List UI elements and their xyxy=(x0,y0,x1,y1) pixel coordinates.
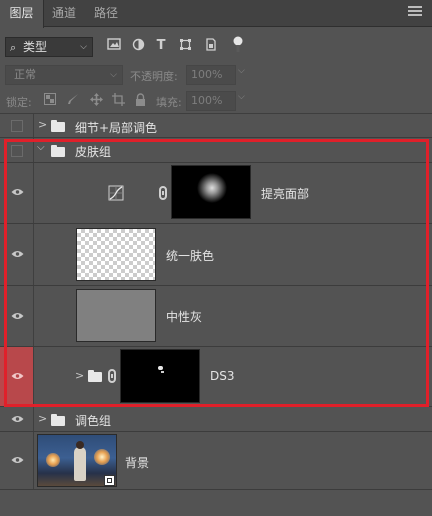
search-icon: ⌕ xyxy=(10,41,17,54)
visibility-toggle[interactable] xyxy=(0,163,34,223)
hidden-visibility-box xyxy=(11,120,23,132)
filter-kind-select[interactable]: ⌕ 类型 ⌵ xyxy=(5,37,93,57)
chevron-down-icon[interactable]: ⌵ xyxy=(238,66,245,76)
chevron-down-icon[interactable]: ⌵ xyxy=(238,92,245,102)
layer-row[interactable]: ⌵ 皮肤组 xyxy=(0,138,432,163)
mask-highlight xyxy=(158,366,163,370)
chevron-down-icon: ⌵ xyxy=(80,42,87,52)
filter-pixel-icon[interactable] xyxy=(106,38,122,54)
filter-toggle-icon[interactable] xyxy=(230,35,246,52)
hidden-visibility-box xyxy=(11,145,23,157)
chevron-down-icon[interactable]: ⌵ xyxy=(37,142,45,153)
filter-smart-object-icon[interactable] xyxy=(202,38,218,54)
layer-row[interactable]: > 细节+局部调色 xyxy=(0,114,432,138)
lock-transparent-pixels-icon[interactable] xyxy=(43,93,57,107)
chevron-right-icon[interactable]: > xyxy=(38,412,47,425)
panel-tab-bar: 图层 通道 路径 xyxy=(0,0,432,28)
mask-highlight xyxy=(161,371,164,373)
layer-name[interactable]: 调色组 xyxy=(75,412,111,429)
visibility-toggle[interactable] xyxy=(0,286,34,346)
layer-row[interactable]: > DS3 xyxy=(0,347,432,407)
layer-thumbnail[interactable] xyxy=(76,228,156,281)
opacity-label: 不透明度: xyxy=(130,70,178,83)
thumbnail-light xyxy=(46,453,60,467)
layer-mask-thumbnail[interactable] xyxy=(171,165,251,219)
layer-row[interactable]: 背景 xyxy=(0,432,432,490)
eye-icon xyxy=(11,416,24,422)
folder-icon xyxy=(51,145,65,157)
lock-image-pixels-icon[interactable] xyxy=(66,93,80,107)
folder-icon xyxy=(88,370,102,382)
thumbnail-figure xyxy=(74,447,86,481)
thumbnail-figure-head xyxy=(76,441,84,449)
eye-icon xyxy=(11,373,24,379)
fill-field[interactable]: 100% xyxy=(186,91,236,111)
layer-row[interactable]: 统一肤色 xyxy=(0,224,432,286)
tab-paths[interactable]: 路径 xyxy=(84,0,128,27)
link-icon[interactable] xyxy=(159,186,167,200)
filter-shape-icon[interactable] xyxy=(177,38,193,54)
tab-channels[interactable]: 通道 xyxy=(44,0,84,27)
visibility-toggle[interactable] xyxy=(0,347,34,406)
layer-name[interactable]: 统一肤色 xyxy=(166,247,214,264)
filter-adjustment-icon[interactable] xyxy=(130,38,146,54)
layer-row[interactable]: 中性灰 xyxy=(0,286,432,347)
lock-all-icon[interactable] xyxy=(133,93,147,107)
lock-artboard-icon[interactable] xyxy=(111,93,125,107)
folder-icon xyxy=(51,120,65,132)
layer-row[interactable]: > 调色组 xyxy=(0,407,432,432)
panel-menu-icon[interactable] xyxy=(408,6,422,18)
filter-kind-label: 类型 xyxy=(23,40,48,54)
layer-name[interactable]: 中性灰 xyxy=(166,308,202,325)
opacity-field[interactable]: 100% xyxy=(186,65,236,85)
layer-name[interactable]: 细节+局部调色 xyxy=(75,119,157,136)
fill-label: 填充: xyxy=(156,96,182,109)
visibility-toggle[interactable] xyxy=(0,432,34,489)
layer-name[interactable]: DS3 xyxy=(210,369,235,383)
filter-type-icon[interactable]: T xyxy=(153,38,169,54)
curves-adjustment-icon[interactable] xyxy=(108,185,124,201)
lock-label: 锁定: xyxy=(6,96,32,109)
visibility-toggle[interactable] xyxy=(0,407,34,431)
layers-list: > 细节+局部调色 ⌵ 皮肤组 提亮面部 统一肤色 中性灰 > DS3 > 调色… xyxy=(0,114,432,516)
visibility-toggle[interactable] xyxy=(0,138,34,162)
layer-thumbnail[interactable] xyxy=(76,289,156,342)
layer-name[interactable]: 提亮面部 xyxy=(261,185,309,202)
chevron-right-icon[interactable]: > xyxy=(38,118,47,131)
lock-position-icon[interactable] xyxy=(89,93,103,107)
folder-icon xyxy=(51,414,65,426)
blend-mode-value: 正常 xyxy=(14,68,36,81)
eye-icon xyxy=(11,251,24,257)
thumbnail-light xyxy=(94,449,110,465)
eye-icon xyxy=(11,457,24,463)
smart-object-badge-icon xyxy=(104,475,115,486)
layer-mask-thumbnail[interactable] xyxy=(120,349,200,403)
eye-icon xyxy=(11,189,24,195)
link-icon[interactable] xyxy=(108,369,116,383)
blend-mode-select[interactable]: 正常 ⌵ xyxy=(5,65,123,85)
visibility-toggle[interactable] xyxy=(0,224,34,285)
eye-icon xyxy=(11,313,24,319)
layer-name[interactable]: 背景 xyxy=(125,454,149,471)
visibility-toggle[interactable] xyxy=(0,114,34,137)
tab-layers[interactable]: 图层 xyxy=(0,0,44,28)
chevron-right-icon[interactable]: > xyxy=(75,369,84,382)
layer-row[interactable]: 提亮面部 xyxy=(0,163,432,224)
layer-name[interactable]: 皮肤组 xyxy=(75,143,111,160)
chevron-down-icon: ⌵ xyxy=(110,70,117,80)
